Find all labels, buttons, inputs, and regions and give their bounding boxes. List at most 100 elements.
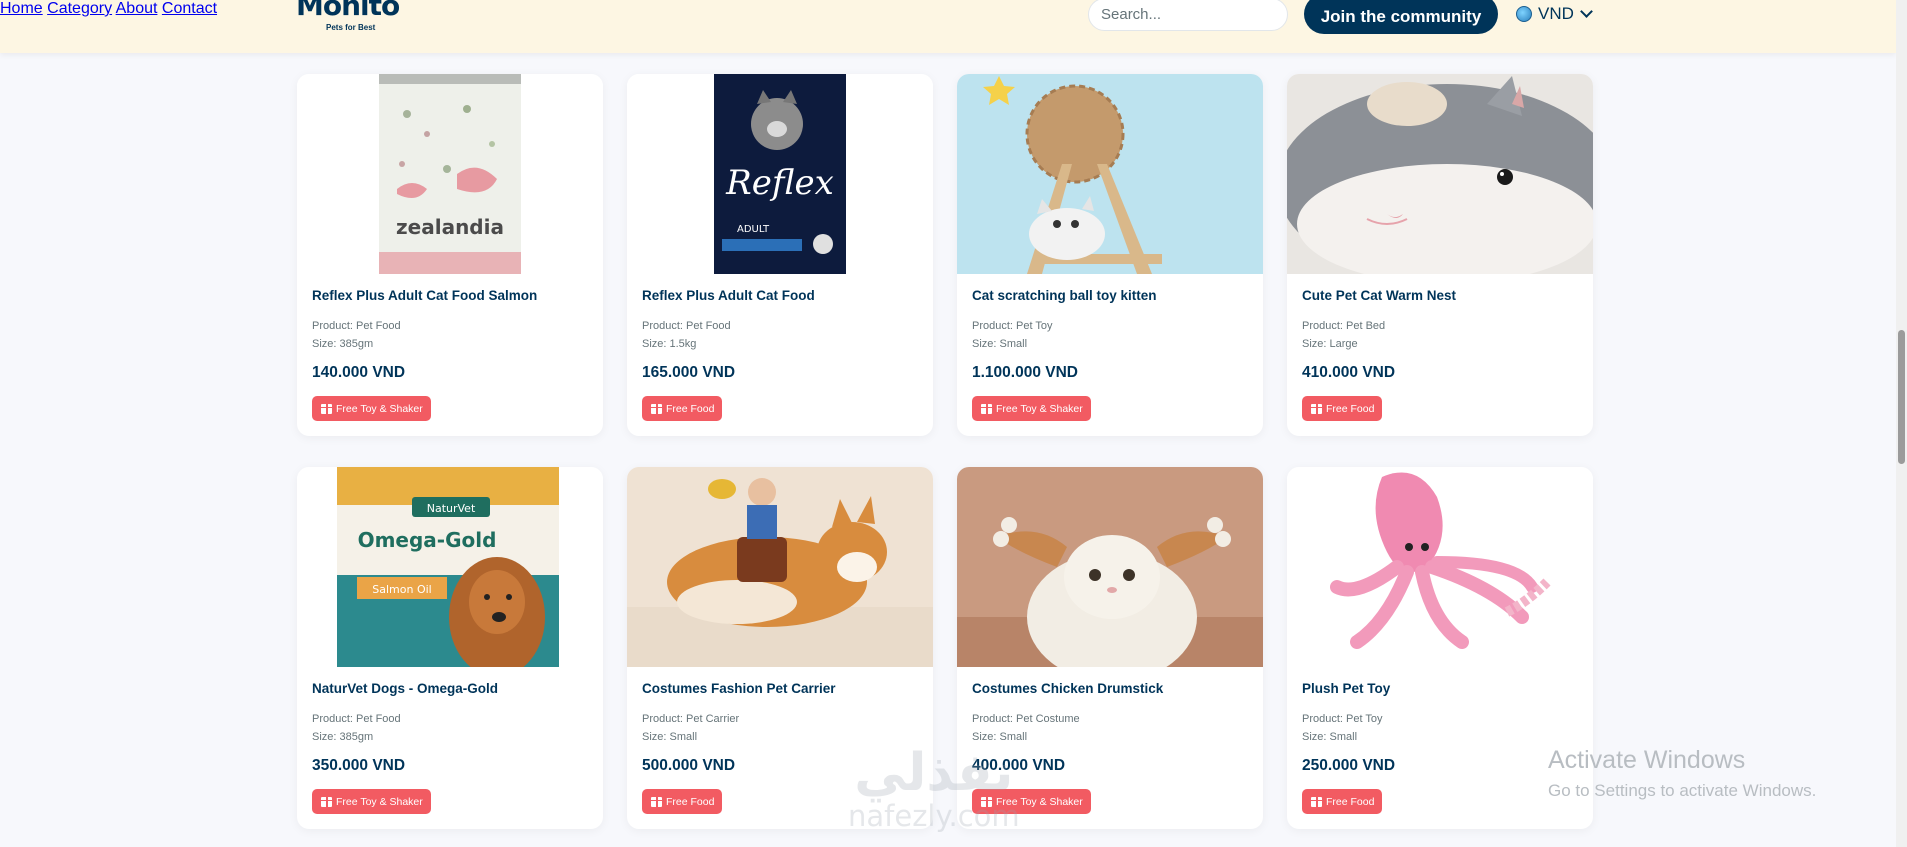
product-type: Product: Pet Toy <box>972 320 1053 332</box>
join-community-button[interactable]: Join the community <box>1304 0 1498 34</box>
svg-text:ADULT: ADULT <box>737 224 770 235</box>
product-card[interactable]: Cat scratching ball toy kitten Product: … <box>957 74 1263 436</box>
product-price: 410.000 VND <box>1302 364 1396 381</box>
product-type: Product: Pet Food <box>312 713 401 725</box>
product-image <box>957 467 1263 667</box>
gift-label: Free Food <box>1326 402 1375 415</box>
product-image <box>1287 467 1593 667</box>
product-size: Size: Small <box>1302 731 1358 743</box>
product-title[interactable]: Costumes Fashion Pet Carrier <box>642 681 836 696</box>
product-image: NaturVet Omega-Gold Salmon Oil <box>297 467 603 667</box>
gift-icon <box>321 796 332 807</box>
svg-text:Salmon Oil: Salmon Oil <box>372 583 431 596</box>
logo-tagline: Pets for Best <box>326 23 376 32</box>
gift-icon <box>1311 403 1322 414</box>
gift-icon <box>651 796 662 807</box>
product-title[interactable]: Cat scratching ball toy kitten <box>972 288 1157 303</box>
currency-label: VND <box>1538 4 1574 23</box>
windows-activation-notice: Activate Windows Go to Settings to activ… <box>1548 746 1816 801</box>
product-meta: Product: Pet Carrier Size: Small <box>642 710 739 746</box>
product-type: Product: Pet Costume <box>972 713 1080 725</box>
product-price: 1.100.000 VND <box>972 364 1078 381</box>
product-meta: Product: Pet Toy Size: Small <box>1302 710 1383 746</box>
gift-icon <box>981 403 992 414</box>
gift-icon <box>321 403 332 414</box>
gift-label: Free Food <box>1326 795 1375 808</box>
svg-text:zealandia: zealandia <box>396 215 504 239</box>
gift-icon <box>651 403 662 414</box>
product-price: 140.000 VND <box>312 364 406 381</box>
svg-text:Omega-Gold: Omega-Gold <box>358 528 497 552</box>
product-type: Product: Pet Carrier <box>642 713 740 725</box>
product-image <box>627 467 933 667</box>
top-header: Monito Pets for Best Home Category About… <box>0 0 1896 53</box>
gift-label: Free Toy & Shaker <box>996 402 1083 415</box>
gift-badge[interactable]: Free Food <box>642 789 723 814</box>
product-price: 165.000 VND <box>642 364 736 381</box>
product-size: Size: Small <box>972 338 1028 350</box>
gift-badge[interactable]: Free Food <box>1302 396 1383 421</box>
product-card[interactable]: zealandia Reflex Plus Adult Cat Food Sal… <box>297 74 603 436</box>
product-size: Size: Large <box>1302 338 1358 350</box>
gift-label: Free Food <box>666 402 715 415</box>
product-title[interactable]: Plush Pet Toy <box>1302 681 1390 696</box>
currency-selector[interactable]: VND <box>1516 4 1593 24</box>
product-title[interactable]: Costumes Chicken Drumstick <box>972 681 1163 696</box>
gift-badge[interactable]: Free Food <box>642 396 723 421</box>
nav-home[interactable]: Home <box>0 0 43 17</box>
globe-icon <box>1516 6 1532 22</box>
site-watermark: نفذلي nafezly.com <box>848 745 1020 831</box>
search-input[interactable] <box>1088 0 1288 31</box>
svg-text:Reflex: Reflex <box>725 163 834 203</box>
product-title[interactable]: NaturVet Dogs - Omega-Gold <box>312 681 498 696</box>
product-meta: Product: Pet Toy Size: Small <box>972 317 1053 353</box>
product-size: Size: 1.5kg <box>642 338 697 350</box>
gift-label: Free Toy & Shaker <box>336 795 423 808</box>
product-price: 500.000 VND <box>642 757 736 774</box>
watermark-latin: nafezly.com <box>848 799 1020 833</box>
nav-category[interactable]: Category <box>47 0 112 17</box>
product-image <box>1287 74 1593 274</box>
gift-badge[interactable]: Free Food <box>1302 789 1383 814</box>
gift-badge[interactable]: Free Toy & Shaker <box>312 396 431 421</box>
product-type: Product: Pet Food <box>312 320 401 332</box>
product-meta: Product: Pet Food Size: 385gm <box>312 710 401 746</box>
product-title[interactable]: Reflex Plus Adult Cat Food <box>642 288 815 303</box>
gift-label: Free Food <box>666 795 715 808</box>
product-image: zealandia <box>297 74 603 274</box>
logo[interactable]: Monito Pets for Best <box>296 0 400 32</box>
product-meta: Product: Pet Food Size: 1.5kg <box>642 317 731 353</box>
activate-title: Activate Windows <box>1548 746 1746 774</box>
product-type: Product: Pet Bed <box>1302 320 1386 332</box>
page-scrollbar[interactable] <box>1896 0 1907 847</box>
nav-about[interactable]: About <box>116 0 158 17</box>
product-image <box>957 74 1263 274</box>
product-card[interactable]: NaturVet Omega-Gold Salmon Oil NaturVet … <box>297 467 603 829</box>
product-card[interactable]: Cute Pet Cat Warm Nest Product: Pet Bed … <box>1287 74 1593 436</box>
product-title[interactable]: Cute Pet Cat Warm Nest <box>1302 288 1456 303</box>
product-title[interactable]: Reflex Plus Adult Cat Food Salmon <box>312 288 537 303</box>
chevron-down-icon <box>1580 5 1593 18</box>
nav-contact[interactable]: Contact <box>162 0 217 17</box>
scrollbar-thumb[interactable] <box>1898 330 1905 464</box>
gift-icon <box>1311 796 1322 807</box>
product-meta: Product: Pet Bed Size: Large <box>1302 317 1385 353</box>
product-size: Size: Small <box>642 731 698 743</box>
product-price: 350.000 VND <box>312 757 406 774</box>
product-type: Product: Pet Toy <box>1302 713 1383 725</box>
watermark-arabic: نفذلي <box>854 743 1014 803</box>
product-size: Size: 385gm <box>312 731 374 743</box>
gift-badge[interactable]: Free Toy & Shaker <box>312 789 431 814</box>
svg-text:NaturVet: NaturVet <box>427 502 476 515</box>
product-type: Product: Pet Food <box>642 320 731 332</box>
product-size: Size: 385gm <box>312 338 374 350</box>
product-image: Reflex ADULT <box>627 74 933 274</box>
activate-subtitle: Go to Settings to activate Windows. <box>1548 781 1817 800</box>
product-price: 250.000 VND <box>1302 757 1396 774</box>
product-meta: Product: Pet Costume Size: Small <box>972 710 1080 746</box>
gift-label: Free Toy & Shaker <box>336 402 423 415</box>
product-meta: Product: Pet Food Size: 385gm <box>312 317 401 353</box>
gift-badge[interactable]: Free Toy & Shaker <box>972 396 1091 421</box>
product-card[interactable]: Reflex ADULT Reflex Plus Adult Cat Food … <box>627 74 933 436</box>
logo-name: Monito <box>296 0 400 22</box>
